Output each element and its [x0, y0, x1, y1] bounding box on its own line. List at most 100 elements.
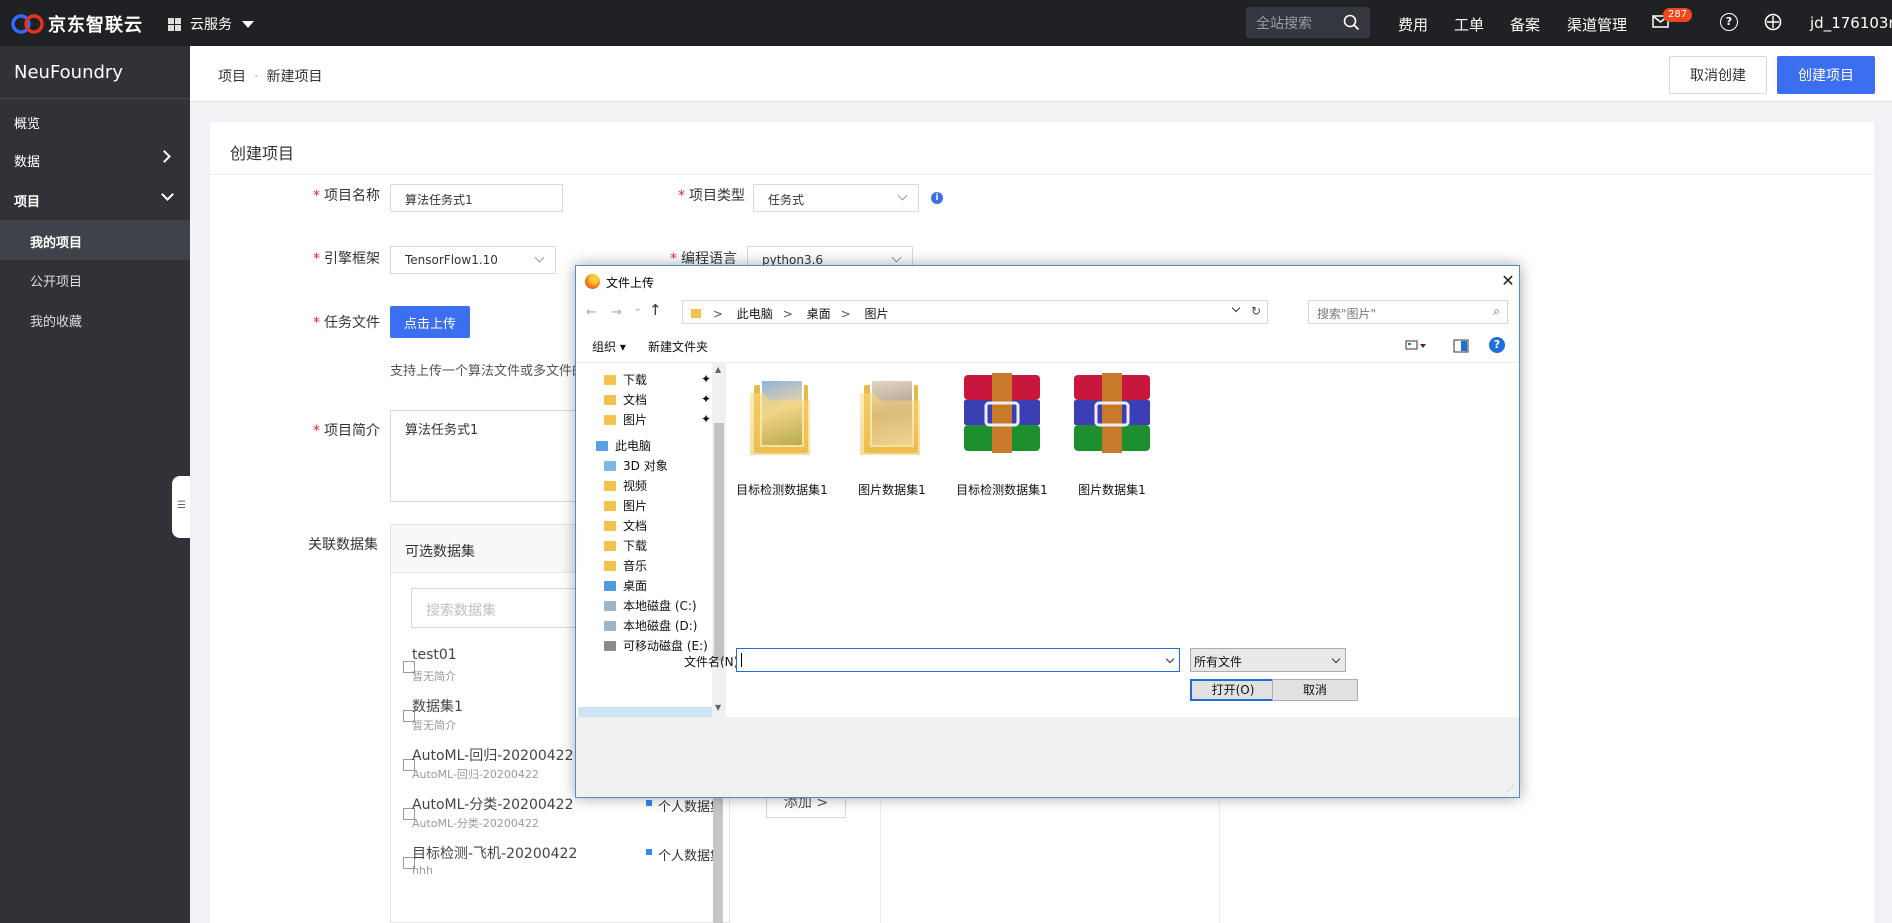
tree-item-this-pc[interactable]: 此电脑 — [596, 437, 651, 454]
up-arrow-icon[interactable]: ↑ — [649, 301, 662, 319]
required-mark: * — [313, 188, 320, 204]
engine-select[interactable]: TensorFlow1.10 — [390, 246, 556, 274]
help-icon[interactable]: ? — [1489, 337, 1505, 353]
dataset-tag: 个人数据集 — [646, 796, 723, 815]
nav-tickets[interactable]: 工单 — [1454, 14, 1484, 35]
folder-icon — [604, 500, 616, 511]
scroll-up-icon[interactable]: ▲ — [715, 365, 721, 374]
tree-scrollbar-thumb[interactable] — [714, 423, 724, 661]
organize-menu[interactable]: 组织 ▾ — [592, 338, 626, 355]
upload-button[interactable]: 点击上传 — [390, 306, 470, 338]
engine-label-text: 引擎框架 — [324, 251, 380, 267]
globe-icon[interactable] — [1764, 13, 1782, 31]
view-options-icon[interactable] — [1405, 340, 1427, 352]
sidebar-item-data[interactable]: 数据 — [14, 151, 40, 170]
dataset-panel-title: 可选数据集 — [405, 544, 475, 560]
file-name: 目标检测数据集1 — [736, 483, 828, 497]
help-icon[interactable]: ? — [1720, 13, 1738, 31]
cancel-create-button[interactable]: 取消创建 — [1669, 56, 1767, 94]
filename-label: 文件名(N): — [684, 655, 743, 669]
path-separator: > — [840, 307, 851, 321]
search-icon[interactable] — [1343, 14, 1360, 31]
required-mark: * — [313, 251, 320, 267]
recent-locations-icon[interactable]: ⌄ — [633, 301, 642, 314]
sidebar-item-overview[interactable]: 概览 — [14, 113, 40, 132]
new-folder-button[interactable]: 新建文件夹 — [648, 338, 708, 355]
tree-item-downloads-pinned[interactable]: 下载 — [604, 371, 647, 388]
tree-item-label: 本地磁盘 (D:) — [623, 619, 698, 633]
file-type-select[interactable]: 所有文件 — [1190, 648, 1346, 672]
page-header: 项目 · 新建项目 取消创建 创建项目 — [190, 46, 1892, 102]
project-type-label-text: 项目类型 — [689, 188, 745, 204]
back-arrow-icon[interactable]: ← — [586, 305, 597, 320]
tree-item-documents-pinned[interactable]: 文档 — [604, 391, 647, 408]
cloud-services-menu[interactable]: 云服务 — [168, 14, 254, 34]
sidebar-item-favorites[interactable]: 我的收藏 — [30, 311, 82, 330]
sidebar-item-public-projects[interactable]: 公开项目 — [30, 271, 82, 290]
tree-item-music[interactable]: 音乐 — [604, 557, 647, 574]
dialog-cancel-button[interactable]: 取消 — [1272, 679, 1358, 701]
folder-search-input[interactable]: 搜索"图片" ⌕ — [1308, 300, 1508, 324]
video-folder-icon — [604, 480, 616, 491]
dataset-name: test01 — [412, 647, 457, 663]
breadcrumb-projects[interactable]: 项目 — [218, 69, 246, 85]
tree-item-label: 下载 — [623, 373, 648, 387]
open-button[interactable]: 打开(O) — [1190, 679, 1276, 701]
engine-label: * 引擎框架 — [313, 248, 380, 268]
tree-item-documents[interactable]: 文档 — [604, 517, 647, 534]
path-this-pc[interactable]: 此电脑 — [737, 307, 773, 321]
tree-item-drive-c[interactable]: 本地磁盘 (C:) — [604, 597, 697, 614]
file-name: 目标检测数据集1 — [956, 483, 1048, 497]
logo-text: 京东智联云 — [48, 15, 143, 36]
scroll-down-icon[interactable]: ▼ — [715, 703, 721, 712]
address-bar[interactable]: > 此电脑 > 桌面 > 图片 ↻ — [682, 300, 1268, 324]
tree-item-pictures[interactable]: 图片 — [604, 497, 647, 514]
global-search-input[interactable] — [1246, 7, 1342, 38]
folder-icon — [604, 520, 616, 531]
chevron-down-icon[interactable] — [1165, 654, 1175, 664]
folder-icon — [604, 394, 616, 405]
project-name-input[interactable]: 算法任务式1 — [390, 184, 563, 212]
info-icon[interactable]: i — [931, 192, 943, 204]
refresh-icon[interactable]: ↻ — [1251, 304, 1261, 318]
create-project-button[interactable]: 创建项目 — [1777, 56, 1875, 94]
tree-item-pictures-pinned[interactable]: 图片 — [604, 411, 647, 428]
tree-item-downloads[interactable]: 下载 — [604, 537, 647, 554]
tree-item-drive-d[interactable]: 本地磁盘 (D:) — [604, 617, 697, 634]
tree-item-label: 本地磁盘 (C:) — [623, 599, 697, 613]
intro-label: * 项目简介 — [313, 420, 380, 440]
path-desktop[interactable]: 桌面 — [807, 307, 831, 321]
nav-channel-management[interactable]: 渠道管理 — [1567, 14, 1627, 35]
logo-icon — [11, 14, 44, 34]
sidebar-item-my-projects[interactable]: 我的项目 — [30, 232, 82, 251]
filename-input[interactable] — [736, 648, 1180, 672]
jd-cloud-logo[interactable]: 京东智联云 — [10, 11, 143, 37]
intro-textarea[interactable]: 算法任务式1 — [390, 410, 590, 502]
tree-item-videos[interactable]: 视频 — [604, 477, 647, 494]
folder-icon — [604, 374, 616, 385]
computer-icon — [596, 440, 608, 451]
project-type-value: 任务式 — [768, 193, 805, 207]
column-divider — [1219, 790, 1220, 923]
user-account[interactable]: jd_176103ra — [1810, 14, 1892, 32]
tree-item-desktop[interactable]: 桌面 — [604, 577, 647, 594]
path-separator: > — [782, 307, 793, 321]
nav-billing[interactable]: 费用 — [1398, 14, 1428, 35]
chevron-down-icon[interactable] — [1231, 303, 1241, 313]
breadcrumb: 项目 · 新建项目 — [218, 66, 322, 86]
dataset-desc: 暂无简介 — [412, 670, 456, 683]
archive-icon — [964, 373, 1040, 453]
pin-icon: ✦ — [701, 412, 712, 426]
project-type-select[interactable]: 任务式 — [753, 184, 919, 212]
forward-arrow-icon[interactable]: → — [611, 305, 622, 320]
tree-item-drive-e[interactable]: 可移动磁盘 (E:) — [604, 637, 708, 654]
path-pictures[interactable]: 图片 — [865, 307, 889, 321]
preview-pane-icon[interactable] — [1453, 339, 1469, 353]
nav-filing[interactable]: 备案 — [1510, 14, 1540, 35]
dataset-desc: AutoML-回归-20200422 — [412, 768, 539, 781]
close-icon[interactable]: ✕ — [1500, 271, 1516, 290]
tree-item-3d-objects[interactable]: 3D 对象 — [604, 457, 668, 474]
resize-grip-icon[interactable]: ⋰ — [1506, 784, 1514, 793]
sidebar-item-projects[interactable]: 项目 — [14, 191, 40, 210]
sidebar-collapse-toggle[interactable]: ☰ — [172, 476, 190, 538]
